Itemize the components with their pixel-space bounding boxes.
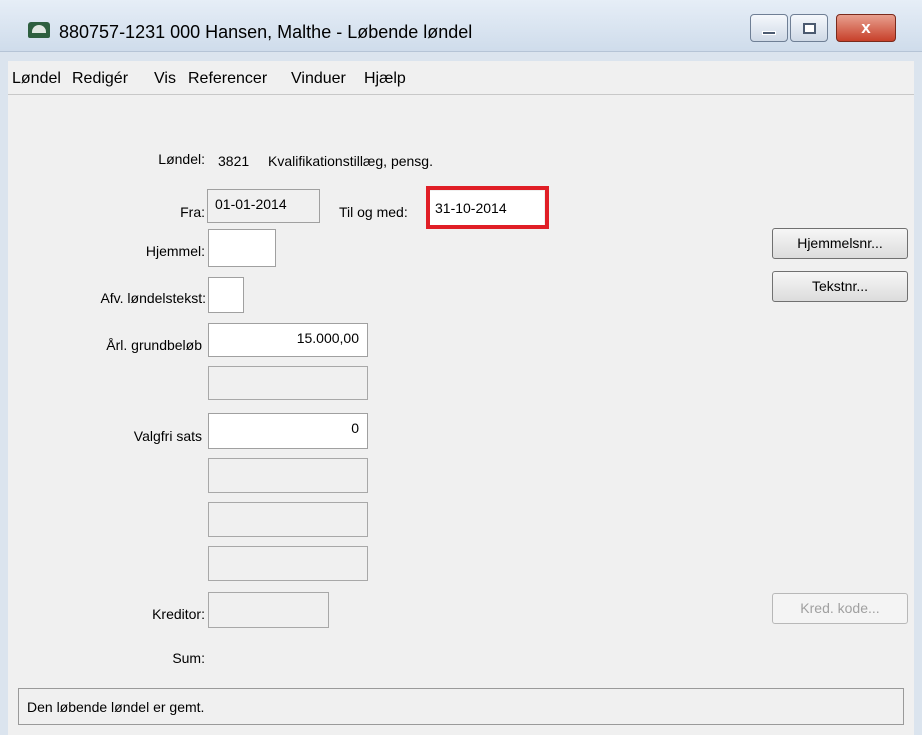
aarl-field[interactable]: 15.000,00 [208,323,368,357]
menu-bar: Løndel Redigér Vis Referencer Vinduer Hj… [8,61,914,95]
aarl-label: Årl. grundbeløb [106,337,202,353]
fra-label: Fra: [180,204,205,220]
empty-field-4 [208,546,368,581]
empty-field-1 [208,366,368,400]
afv-field[interactable] [208,277,244,313]
sum-label: Sum: [172,650,205,666]
aarl-value: 15.000,00 [296,330,359,346]
hjemmel-label: Hjemmel: [145,243,205,259]
loendel-text: Kvalifikationstillæg, pensg. [268,153,433,169]
hjemmelsnr-button[interactable]: Hjemmelsnr... [772,228,908,259]
app-window: 880757-1231 000 Hansen, Malthe - Løbende… [0,0,922,735]
valgfri-field[interactable]: 0 [208,413,368,449]
window-frame-right [914,52,922,735]
tekstnr-button[interactable]: Tekstnr... [772,271,908,302]
maximize-icon [803,23,816,34]
valgfri-value: 0 [351,420,359,436]
menu-vinduer[interactable]: Vinduer [291,70,346,88]
fra-value: 01-01-2014 [215,196,287,212]
window-title: 880757-1231 000 Hansen, Malthe - Løbende… [59,22,473,42]
afv-label: Afv. løndelstekst: [100,290,206,306]
empty-field-3 [208,502,368,537]
kred-kode-button: Kred. kode... [772,593,908,624]
kreditor-label: Kreditor: [152,606,205,622]
status-bar: Den løbende løndel er gemt. [18,688,904,725]
window-frame-left [0,52,8,735]
minimize-button[interactable] [750,14,788,42]
menu-loendel[interactable]: Løndel [12,70,61,88]
empty-field-2 [208,458,368,493]
close-button[interactable]: x [836,14,896,42]
fra-field[interactable]: 01-01-2014 [207,189,320,223]
loendel-label: Løndel: [158,151,205,167]
title-bar[interactable]: 880757-1231 000 Hansen, Malthe - Løbende… [0,0,922,52]
kreditor-field [208,592,329,628]
status-message: Den løbende løndel er gemt. [27,699,205,715]
hjemmel-field[interactable] [208,229,276,267]
minimize-icon [762,31,776,35]
menu-rediger[interactable]: Redigér [72,70,128,88]
close-icon: x [861,18,871,37]
til-label: Til og med: [339,204,408,220]
menu-hjaelp[interactable]: Hjælp [364,70,406,88]
menu-referencer[interactable]: Referencer [188,70,267,88]
highlight-box [426,186,549,229]
menu-vis[interactable]: Vis [154,70,176,88]
app-icon [28,22,50,38]
valgfri-label: Valgfri sats [133,428,202,444]
loendel-code: 3821 [218,153,250,169]
maximize-button[interactable] [790,14,828,42]
